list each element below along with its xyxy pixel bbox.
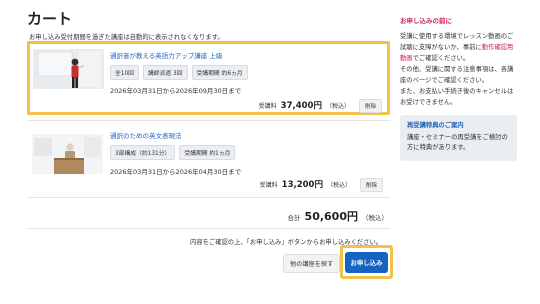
divider <box>27 197 390 198</box>
page-title: カート <box>27 10 73 28</box>
notice-text: でご確認ください。 <box>412 55 470 62</box>
notice-body: 受講に使用する環境でレッスン動画のご試聴に支障がないか、事前に動作確認用動画でご… <box>400 31 516 108</box>
price-row: 受講料 13,200円 （税込） 削除 <box>260 178 383 192</box>
notice-text: その他、受講に関する注意事項は、各講座のページでご確認ください。 <box>400 66 514 84</box>
total-label: 合計 <box>287 214 301 222</box>
browse-other-courses-button[interactable]: 他の講座を探す <box>283 254 341 273</box>
course-tags: 3部構成（約131分） 受講期間 約1ヵ月 <box>110 145 236 160</box>
notice-text: また、お支払い手続き後のキャンセルはお受けできません。 <box>400 88 514 106</box>
tag-structure: 3部構成（約131分） <box>110 145 176 160</box>
course-link[interactable]: 通訳のための英文表現法 <box>110 130 182 140</box>
tag-duration: 受講期間 約1ヵ月 <box>179 145 236 160</box>
course-thumbnail[interactable] <box>32 134 103 174</box>
cart-page: カート お申し込み受付期間を過ぎた講座は自動的に表示されなくなります。 通訳者が… <box>0 0 540 304</box>
total-row: 合計 50,600円 （税込） <box>288 208 388 224</box>
cart-item: 通訳者が教える英語力アップ講座 上級 全10回 講師派遣 3回 受講期間 約6ヵ… <box>27 41 390 115</box>
re-enroll-text: 講座・セミナーの再受講をご検討の方に特典があります。 <box>407 134 508 151</box>
total-tax: （税込） <box>362 214 388 222</box>
delete-button[interactable]: 削除 <box>359 178 383 192</box>
course-link[interactable]: 通訳者が教える英語力アップ講座 上級 <box>110 50 222 60</box>
price-value: 13,200円 <box>281 180 323 190</box>
course-thumbnail[interactable] <box>33 49 104 89</box>
tag-instructor: 講師派遣 3回 <box>142 65 188 80</box>
tag-duration: 受講期間 約6ヵ月 <box>191 65 248 80</box>
price-row: 受講料 37,400円 （税込） 削除 <box>259 99 382 113</box>
re-enroll-benefit-box[interactable]: 再受講特典のご案内 講座・セミナーの再受講をご検討の方に特典があります。 <box>400 115 517 161</box>
price-label: 受講料 <box>258 103 277 110</box>
total-value: 50,600円 <box>304 210 358 223</box>
price-value: 37,400円 <box>280 101 322 111</box>
re-enroll-heading[interactable]: 再受講特典のご案内 <box>407 120 510 129</box>
price-label: 受講料 <box>259 182 278 189</box>
apply-button-highlight: お申し込み <box>340 245 393 279</box>
course-period: 2026年03月31日から2026年09月30日まで <box>110 87 242 95</box>
notice-heading: お申し込みの前に <box>400 17 452 25</box>
auto-hide-notice: お申し込み受付期間を過ぎた講座は自動的に表示されなくなります。 <box>29 34 224 41</box>
price-tax: （税込） <box>325 103 350 110</box>
price-tax: （税込） <box>326 182 351 189</box>
divider <box>27 120 390 121</box>
delete-button[interactable]: 削除 <box>358 99 382 113</box>
apply-button[interactable]: お申し込み <box>344 251 389 273</box>
divider <box>27 228 390 229</box>
cart-item: 通訳のための英文表現法 3部構成（約131分） 受講期間 約1ヵ月 2026年0… <box>27 128 390 192</box>
tag-sessions: 全10回 <box>110 65 139 80</box>
before-apply-notice: お申し込みの前に 受講に使用する環境でレッスン動画のご試聴に支障がないか、事前に… <box>400 15 516 108</box>
course-tags: 全10回 講師派遣 3回 受講期間 約6ヵ月 <box>110 65 248 80</box>
course-period: 2026年03月31日から2026年04月30日まで <box>110 168 242 176</box>
